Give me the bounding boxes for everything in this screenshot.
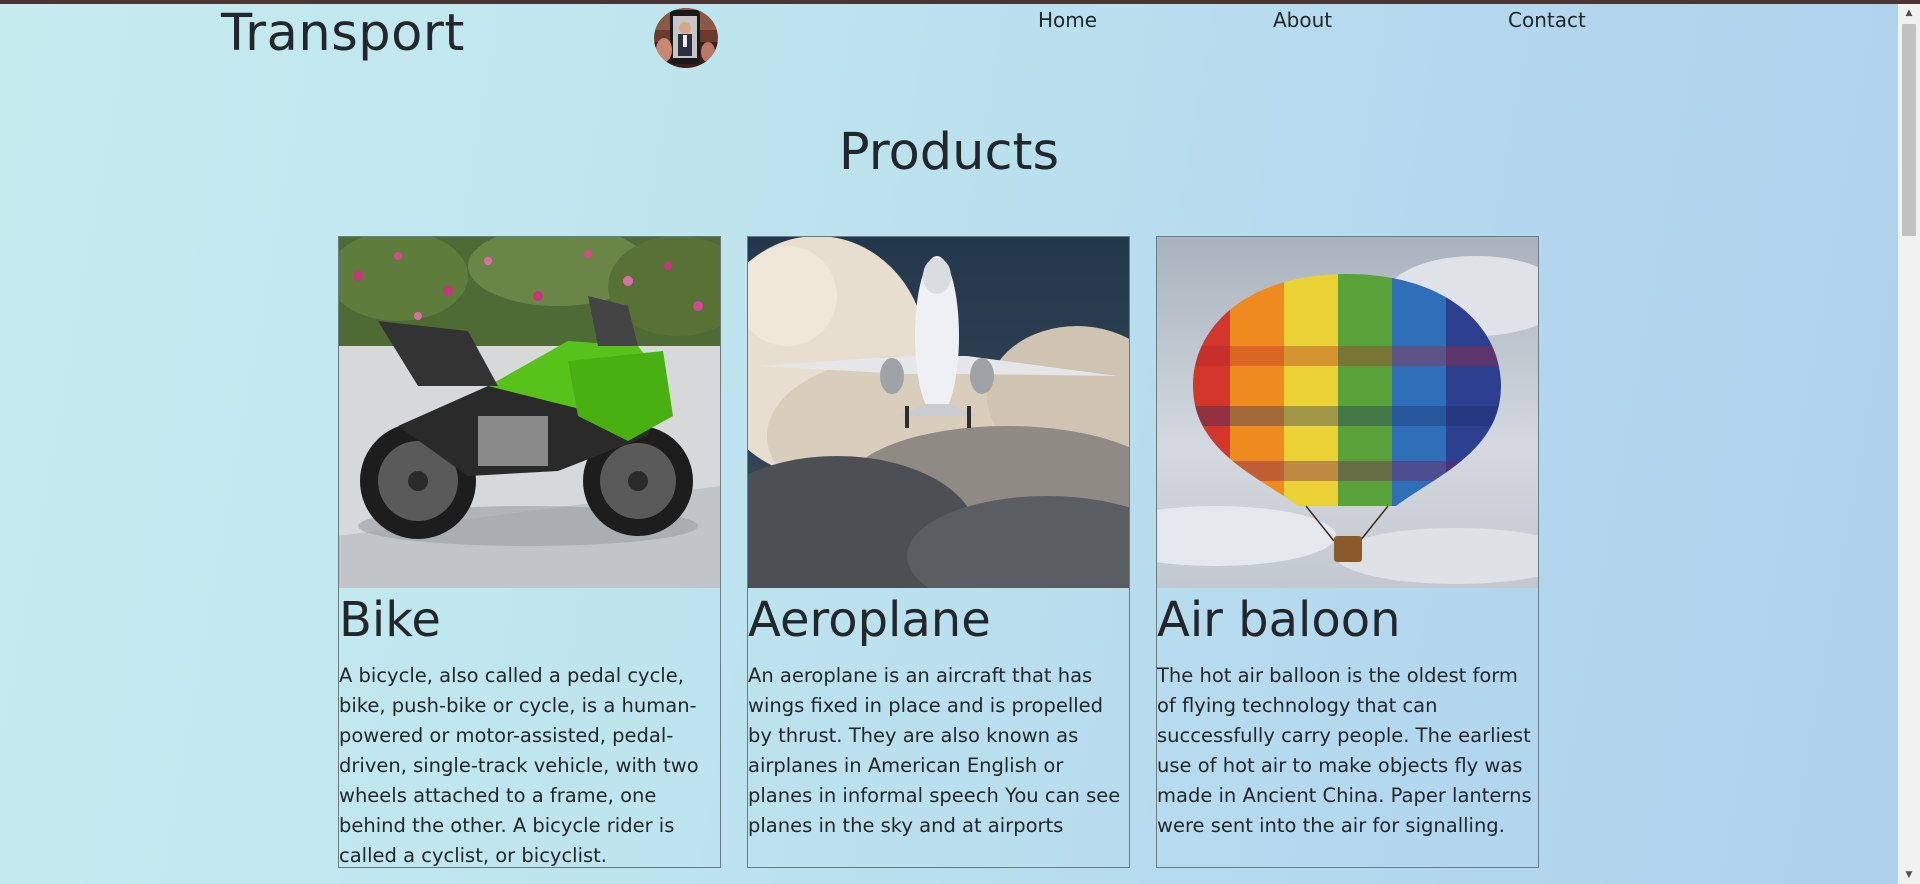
card-description: The hot air balloon is the oldest form o… [1157,664,1532,837]
scroll-down-arrow-icon[interactable]: ▼ [1898,866,1920,884]
hot-air-balloon-image [1157,237,1538,588]
motorcycle-image [339,237,720,588]
nav-about-link[interactable]: About [1273,6,1332,34]
product-card-bike: Bike A bicycle, also called a pedal cycl… [338,236,721,868]
card-title: Aeroplane [748,592,991,648]
card-title: Air baloon [1157,592,1401,648]
avatar[interactable] [654,8,718,68]
product-card-aeroplane: Aeroplane An aeroplane is an aircraft th… [747,236,1130,868]
airplane-image [748,237,1129,588]
nav-home-link[interactable]: Home [1038,6,1097,34]
card-description: A bicycle, also called a pedal cycle, bi… [339,664,699,867]
page-title: Products [838,123,1060,182]
avatar-photo [654,8,718,68]
scrollbar-thumb[interactable] [1902,24,1916,236]
nav-contact-link[interactable]: Contact [1508,6,1586,34]
product-card-air-baloon: Air baloon The hot air balloon is the ol… [1156,236,1539,868]
vertical-scrollbar[interactable]: ▲ ▼ [1898,4,1920,884]
scroll-up-arrow-icon[interactable]: ▲ [1898,4,1920,22]
site-logo[interactable]: Transport [221,4,465,64]
card-title: Bike [339,592,441,648]
card-description: An aeroplane is an aircraft that has win… [748,664,1121,837]
